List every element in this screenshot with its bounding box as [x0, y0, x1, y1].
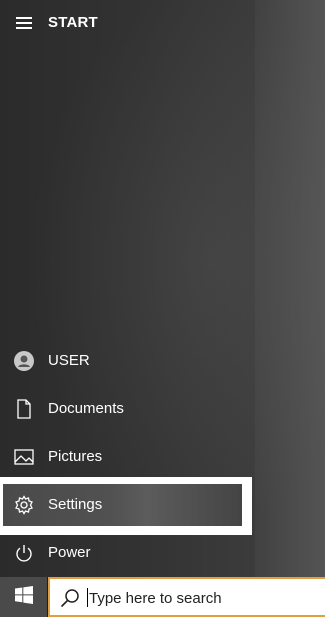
document-icon	[14, 399, 34, 419]
menu-item-label: Power	[48, 544, 91, 561]
start-button[interactable]	[0, 577, 47, 617]
start-menu-background-strip	[255, 0, 325, 577]
search-placeholder: Type here to search	[89, 590, 222, 607]
search-icon	[60, 588, 80, 608]
picture-icon	[14, 447, 34, 467]
menu-item-power[interactable]: Power	[0, 531, 250, 575]
menu-item-documents[interactable]: Documents	[0, 387, 250, 431]
text-caret	[87, 588, 88, 607]
menu-item-label: Pictures	[48, 448, 103, 465]
user-avatar-icon	[14, 351, 34, 371]
menu-item-pictures[interactable]: Pictures	[0, 435, 250, 479]
windows-logo-icon	[14, 585, 33, 609]
hamburger-icon[interactable]	[16, 17, 32, 29]
start-menu-panel: START USER Documents Pictures Settings P…	[0, 0, 325, 577]
gear-icon	[14, 495, 34, 515]
menu-item-label: Settings	[48, 496, 103, 513]
menu-item-settings[interactable]: Settings	[3, 484, 242, 526]
search-input[interactable]: Type here to search	[48, 577, 325, 617]
taskbar: Type here to search	[0, 577, 325, 617]
start-menu-header: START	[0, 0, 250, 46]
menu-item-label: USER	[48, 352, 90, 369]
power-icon	[14, 543, 34, 563]
start-title: START	[48, 14, 98, 31]
menu-item-label: Documents	[48, 400, 124, 417]
menu-item-user[interactable]: USER	[0, 339, 250, 383]
